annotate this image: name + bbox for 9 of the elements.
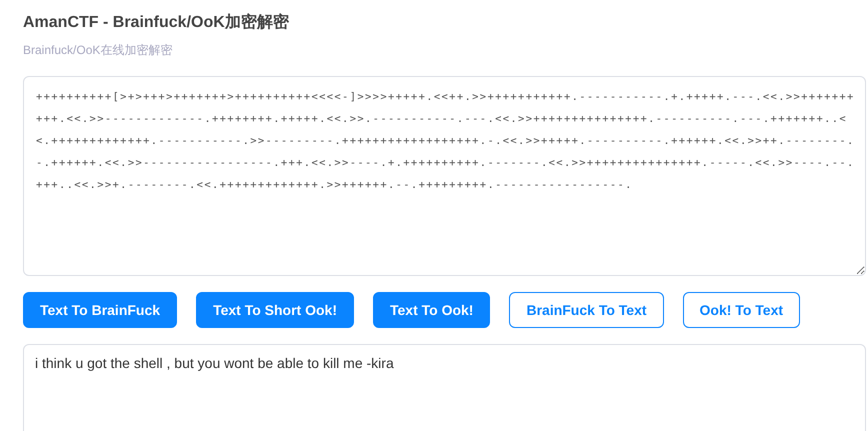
convert-button[interactable]: Text To Ook! <box>372 292 490 328</box>
convert-button[interactable]: Text To BrainFuck <box>23 292 178 328</box>
page-subtitle: Brainfuck/OoK在线加密解密 <box>23 42 174 59</box>
text-output-field[interactable]: i think u got the shell , but you wont be able to kill me -kira <box>23 344 866 431</box>
convert-button[interactable]: BrainFuck To Text <box>509 292 664 328</box>
convert-button[interactable]: Text To Short Ook! <box>196 292 354 328</box>
code-input-field[interactable]: ++++++++++[>+>+++>+++++++>++++++++++<<<<-]>>>>+++++.<<++.>>+++++++++++.-----------.+.+++++.---.<<.>>++++++++++.<<.>>-------------.++++++++.+++++.<<.>>.-----------.---.<<.>>+++++++++++++++.----------.---.+++++++..<<.+++++++++++++.-----------.>>---------.++++++++++++++++++.-.<<.>>+++++.----------.++++++.<<.>>++.--------.-.++++++.<<.>>-----------------.+++.<<.>>----.+.++++++++++.-------.<<.>>+++++++++++++++.-----.<<.>>----.--.+++..<<.>>+.--------.<<.+++++++++++++.>>++++++.--.+++++++++.-----------------. <box>23 76 866 276</box>
page-title: AmanCTF - Brainfuck/OoK加密解密 <box>23 12 290 33</box>
convert-button[interactable]: Ook! To Text <box>682 292 800 328</box>
